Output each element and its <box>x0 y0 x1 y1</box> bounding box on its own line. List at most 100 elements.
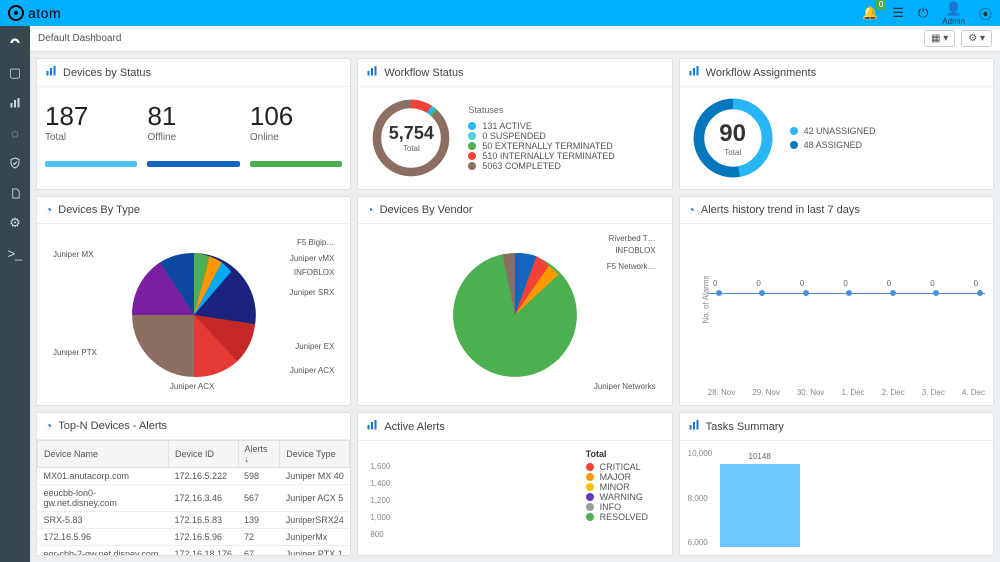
table-cell: MX01.anutacorp.com <box>38 468 169 485</box>
table-cell: 172.16.5.222 <box>168 468 238 485</box>
sidebar-document-icon[interactable] <box>10 182 21 204</box>
status-label: Online <box>250 132 342 143</box>
trend-point-label: 0 <box>800 279 804 288</box>
card-tasks-summary: Tasks Summary 10,0008,0006,000 10148 <box>679 412 994 556</box>
location-icon[interactable]: ⦿ <box>979 4 992 23</box>
user-menu[interactable]: 👤 Admin <box>942 1 965 26</box>
bar-chart-icon <box>688 419 700 434</box>
callout: Juniper EX <box>295 342 334 351</box>
brand-text: atom <box>28 5 61 21</box>
table-header[interactable]: Device Type <box>280 441 350 468</box>
status-label: Offline <box>147 132 239 143</box>
table-cell: 172.16.5.96 <box>168 529 238 546</box>
legend-dot <box>468 142 476 150</box>
callout: Juniper ACX <box>170 382 214 391</box>
status-label: Total <box>45 132 137 143</box>
table-row[interactable]: eor-cbb-2-gw.net.disney.com172.16.18.176… <box>38 546 350 556</box>
breadcrumb-bar: Default Dashboard ▦ ▾ ⚙ ▾ <box>30 26 1000 52</box>
topbar: atom 🔔0 ☰ ⏻ 👤 Admin ⦿ <box>0 0 1000 26</box>
user-icon: 👤 <box>946 1 962 17</box>
callout: INFOBLOX <box>615 246 655 255</box>
legend-dot <box>468 162 476 170</box>
card-title: Top-N Devices - Alerts <box>58 420 167 432</box>
trend-point <box>890 290 896 296</box>
legend-dot <box>586 513 594 521</box>
status-bar <box>250 161 342 167</box>
brand-logo-icon <box>8 5 24 21</box>
card-alerts-trend: ◔Alerts history trend in last 7 days No.… <box>679 196 994 406</box>
table-row[interactable]: eeucbb-lon0-gw.net.disney.com172.16.3.46… <box>38 485 350 512</box>
table-cell: JuniperSRX24 <box>280 512 350 529</box>
trend-point <box>933 290 939 296</box>
dashboard-settings-button[interactable]: ⚙ ▾ <box>961 30 992 47</box>
trend-x-label: 4. Dec <box>962 388 985 397</box>
card-active-alerts: Active Alerts 1,6001,4001,2001,000800 To… <box>357 412 672 556</box>
legend-item: MAJOR <box>586 472 664 482</box>
table-row[interactable]: SRX-5.83172.16.5.83139JuniperSRX24 <box>38 512 350 529</box>
list-icon[interactable]: ☰ <box>892 5 904 21</box>
sidebar-workflow-icon[interactable]: ◌ <box>11 122 19 144</box>
sidebar-shield-icon[interactable] <box>9 152 21 174</box>
legend-item: CRITICAL <box>586 462 664 472</box>
status-value: 81 <box>147 101 239 132</box>
legend-label: 131 ACTIVE <box>482 121 532 131</box>
table-cell: 598 <box>238 468 280 485</box>
bar-chart-icon <box>688 65 700 80</box>
power-icon[interactable]: ⏻ <box>918 5 928 21</box>
user-label: Admin <box>942 17 965 26</box>
table-header[interactable]: Alerts ↓ <box>238 441 280 468</box>
legend-item: 0 SUSPENDED <box>468 131 614 141</box>
sidebar-settings-icon[interactable]: ⚙ <box>9 212 21 234</box>
legend-dot <box>586 483 594 491</box>
table-header[interactable]: Device ID <box>168 441 238 468</box>
legend-title: Statuses <box>468 105 614 115</box>
table-cell: Juniper MX 40 <box>280 468 350 485</box>
legend-label: MINOR <box>600 482 630 492</box>
legend-label: 50 EXTERNALLY TERMINATED <box>482 141 612 151</box>
table-row[interactable]: 172.16.5.96172.16.5.9672JuniperMx <box>38 529 350 546</box>
aa-legend-title: Total <box>586 449 664 459</box>
sidebar-analytics-icon[interactable] <box>9 92 21 114</box>
sidebar-devices-icon[interactable]: ▢ <box>9 62 21 84</box>
callout: Juniper Networks <box>594 382 656 391</box>
callout: INFOBLOX <box>294 268 334 277</box>
trend-point <box>977 290 983 296</box>
legend-dot <box>586 493 594 501</box>
layout-toggle-button[interactable]: ▦ ▾ <box>924 30 955 47</box>
table-cell: eor-cbb-2-gw.net.disney.com <box>38 546 169 556</box>
sidebar-dashboard-icon[interactable] <box>8 32 22 54</box>
legend-dot <box>586 473 594 481</box>
notifications-icon[interactable]: 🔔0 <box>862 5 878 21</box>
top-icons: 🔔0 ☰ ⏻ 👤 Admin ⦿ <box>862 1 992 26</box>
sidebar-terminal-icon[interactable]: >_ <box>8 242 23 264</box>
table-cell: 172.16.3.46 <box>168 485 238 512</box>
y-tick: 10,000 <box>688 449 712 458</box>
legend-dot <box>468 152 476 160</box>
table-cell: 172.16.5.96 <box>38 529 169 546</box>
table-row[interactable]: MX01.anutacorp.com172.16.5.222598Juniper… <box>38 468 350 485</box>
legend-label: MAJOR <box>600 472 632 482</box>
table-header[interactable]: Device Name <box>38 441 169 468</box>
legend-item: 48 ASSIGNED <box>790 140 876 150</box>
y-tick: 800 <box>370 530 585 539</box>
legend-item: 131 ACTIVE <box>468 121 614 131</box>
card-devices-by-vendor: ◔Devices By Vendor Riverbed T… IN <box>357 196 672 406</box>
legend-dot <box>790 141 798 149</box>
trend-point <box>716 290 722 296</box>
legend-item: MINOR <box>586 482 664 492</box>
legend-item: 42 UNASSIGNED <box>790 126 876 136</box>
status-col: 81Offline <box>147 101 239 143</box>
y-tick: 1,200 <box>370 496 585 505</box>
trend-point-label: 0 <box>974 279 978 288</box>
workflow-total-label: Total <box>403 144 420 153</box>
trend-point-label: 0 <box>843 279 847 288</box>
table-cell: 139 <box>238 512 280 529</box>
table-cell: SRX-5.83 <box>38 512 169 529</box>
callout: Juniper vMX <box>290 254 334 263</box>
legend-dot <box>468 122 476 130</box>
status-bar <box>147 161 239 167</box>
legend-label: 42 UNASSIGNED <box>804 126 876 136</box>
pie-chart-icon: ◔ <box>45 419 52 433</box>
status-value: 106 <box>250 101 342 132</box>
card-title: Active Alerts <box>384 421 445 433</box>
